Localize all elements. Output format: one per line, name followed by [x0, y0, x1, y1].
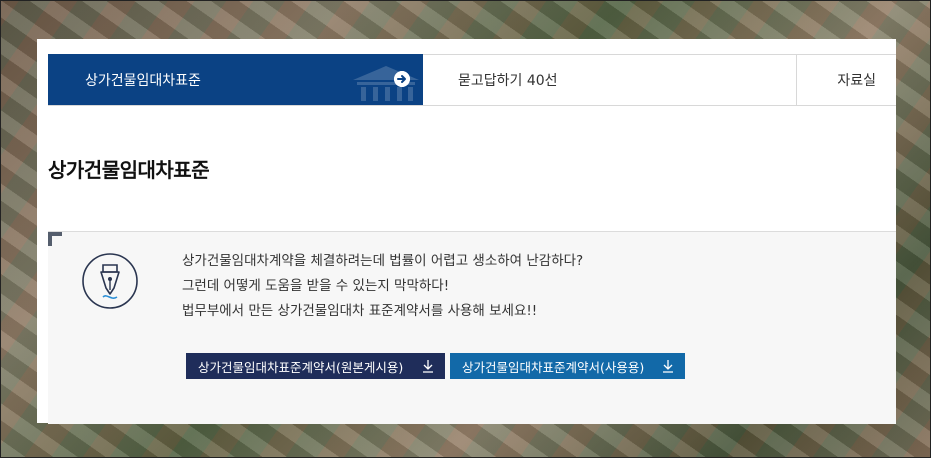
tab-label: 자료실 [837, 73, 876, 89]
info-line: 상가건물임대차계약을 체결하려는데 법률이 어렵고 생소하여 난감하다? [182, 253, 584, 269]
bank-icon [353, 66, 419, 101]
background-photo: 상가건물임대차표준 묻고답하기 40선 자료실 상가건물임대차표준 상가건물임대… [0, 0, 931, 458]
download-original-button[interactable]: 상가건물임대차표준계약서(원본게시용) [186, 353, 445, 379]
fountain-pen-icon [82, 253, 138, 309]
tab-label: 상가건물임대차표준 [85, 72, 201, 89]
download-icon [663, 360, 673, 373]
tab-archive[interactable]: 자료실 [797, 55, 896, 105]
info-box: 상가건물임대차계약을 체결하려는데 법률이 어렵고 생소하여 난감하다? 그런데… [48, 231, 896, 424]
tab-label: 묻고답하기 40선 [458, 73, 558, 89]
download-use-button[interactable]: 상가건물임대차표준계약서(사용용) [450, 353, 685, 379]
button-label: 상가건물임대차표준계약서(사용용) [462, 359, 645, 375]
info-description: 상가건물임대차계약을 체결하려는데 법률이 어렵고 생소하여 난감하다? 그런데… [182, 249, 583, 324]
tab-bar: 상가건물임대차표준 묻고답하기 40선 자료실 [48, 54, 896, 106]
arrow-right-circle-icon [394, 71, 410, 87]
page-title: 상가건물임대차표준 [48, 158, 210, 182]
download-icon [423, 360, 433, 373]
button-label: 상가건물임대차표준계약서(원본게시용) [198, 359, 404, 375]
info-line: 법무부에서 만든 상가건물임대차 표준계약서를 사용해 보세요!! [182, 303, 538, 319]
tab-standard-lease[interactable]: 상가건물임대차표준 [48, 54, 423, 105]
tab-qna-40[interactable]: 묻고답하기 40선 [423, 55, 797, 105]
corner-decoration [48, 232, 62, 246]
info-line: 그런데 어떻게 도움을 받을 수 있는지 막막하다! [182, 278, 450, 294]
content-panel: 상가건물임대차표준 묻고답하기 40선 자료실 상가건물임대차표준 상가건물임대… [37, 39, 896, 424]
